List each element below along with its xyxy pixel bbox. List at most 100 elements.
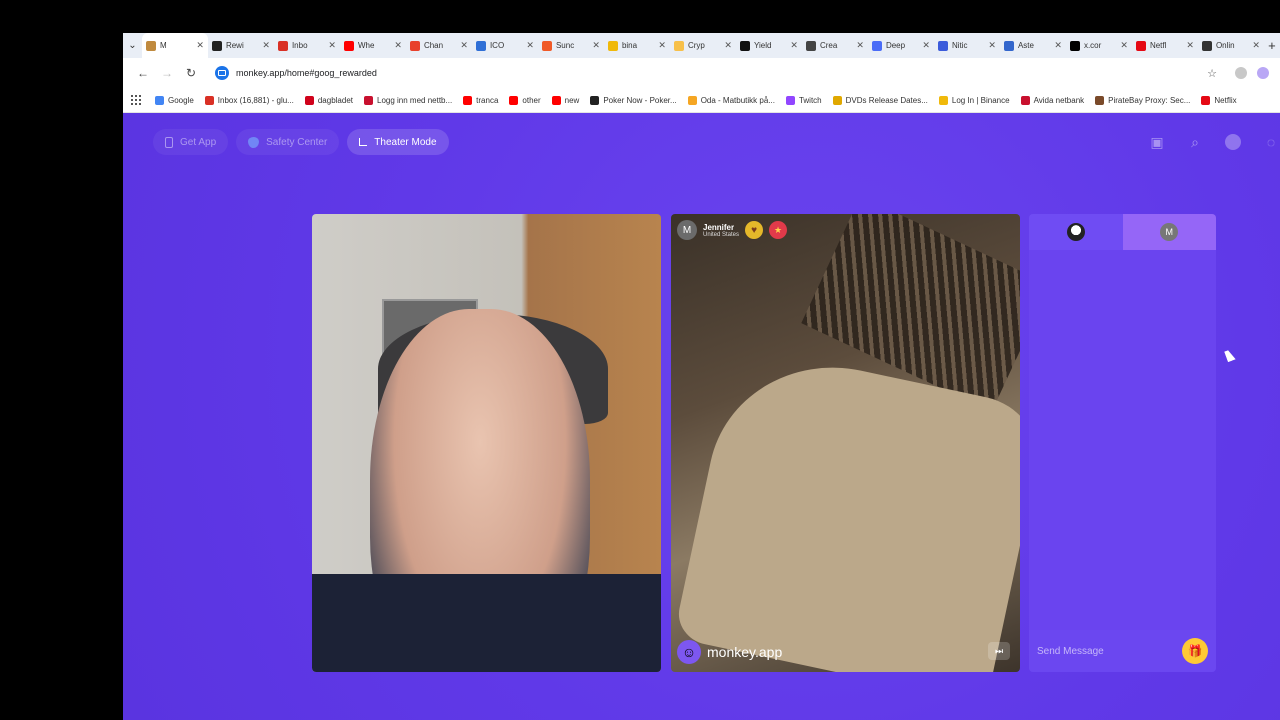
url-text[interactable]: monkey.app/home#goog_rewarded (236, 68, 1207, 78)
browser-tab[interactable]: Yield ✕ (736, 33, 802, 58)
tab-close-icon[interactable]: ✕ (790, 40, 798, 51)
bookmark-favicon-icon (551, 95, 561, 105)
bookmark-label: other (522, 95, 541, 105)
skip-button[interactable]: ⏭ (988, 642, 1010, 660)
store-icon[interactable]: ▣ (1148, 133, 1166, 151)
peer-info: Jennifer United States (703, 223, 739, 238)
chat-tab-self[interactable] (1029, 214, 1123, 250)
tab-close-icon[interactable]: ✕ (592, 40, 600, 51)
tab-favicon-icon (673, 40, 684, 51)
tab-favicon-icon (475, 40, 486, 51)
bookmark-item[interactable]: Logg inn med nettb... (364, 95, 452, 105)
watermark-text: monkey.app (707, 644, 783, 660)
tab-label: x.cor (1083, 41, 1102, 50)
safety-center-label: Safety Center (266, 136, 328, 148)
apps-grid-icon[interactable] (131, 95, 141, 105)
tab-close-icon[interactable]: ✕ (658, 40, 666, 51)
chat-panel: M 🎁 (1029, 214, 1216, 672)
peer-badge[interactable]: M Jennifer United States ♥ ★ (677, 220, 788, 240)
bookmark-favicon-icon (204, 95, 214, 105)
tab-close-icon[interactable]: ✕ (526, 40, 534, 51)
heart-icon[interactable]: ♥ (745, 221, 764, 239)
get-app-button[interactable]: Get App (153, 129, 229, 155)
bookmark-item[interactable]: other (509, 95, 541, 105)
bookmark-item[interactable]: Avida netbank (1020, 95, 1084, 105)
bookmark-item[interactable]: DVDs Release Dates... (832, 95, 928, 105)
site-info-icon[interactable] (215, 66, 229, 80)
extension-icon[interactable] (1235, 67, 1247, 79)
browser-tab[interactable]: Deep ✕ (868, 33, 934, 58)
tab-close-icon[interactable]: ✕ (262, 40, 270, 51)
bookmark-item[interactable]: tranca (463, 95, 498, 105)
user-avatar-icon[interactable] (1224, 133, 1242, 151)
bookmark-label: DVDs Release Dates... (845, 95, 928, 105)
tabs-container: M ✕ Rewi ✕ Inbo ✕ Whe ✕ Chan ✕ ICO ✕ Sunc ✕ bina ✕ Cryp ✕… (141, 33, 1264, 58)
bookmark-item[interactable]: Log In | Binance (938, 95, 1010, 105)
tab-close-icon[interactable]: ✕ (1120, 40, 1128, 51)
browser-tab[interactable]: Inbo ✕ (274, 33, 340, 58)
search-icon[interactable]: ⌕ (1186, 133, 1204, 151)
bookmark-star-icon[interactable]: ☆ (1207, 67, 1217, 80)
bookmark-item[interactable]: Twitch (785, 95, 822, 105)
tab-close-icon[interactable]: ✕ (196, 40, 204, 51)
monkey-watermark: ☺ monkey.app (677, 640, 782, 664)
bookmark-favicon-icon (785, 95, 795, 105)
browser-tab[interactable]: Cryp ✕ (670, 33, 736, 58)
browser-tab[interactable]: Rewi ✕ (208, 33, 274, 58)
menu-icon[interactable]: ◌ (1262, 133, 1280, 151)
browser-tab[interactable]: M ✕ (141, 33, 208, 58)
monkey-logo-icon: ☺ (677, 640, 701, 664)
browser-tab[interactable]: Chan ✕ (406, 33, 472, 58)
bookmark-item[interactable]: dagbladet (304, 95, 353, 105)
tab-close-icon[interactable]: ✕ (394, 40, 402, 51)
bookmark-label: Inbox (16,881) - glu... (217, 95, 294, 105)
get-app-label: Get App (180, 136, 217, 148)
new-tab-button[interactable]: + (1264, 33, 1280, 58)
browser-tab[interactable]: Netfl ✕ (1132, 33, 1198, 58)
tab-close-icon[interactable]: ✕ (1054, 40, 1062, 51)
tab-close-icon[interactable]: ✕ (724, 40, 732, 51)
browser-tab[interactable]: x.cor ✕ (1066, 33, 1132, 58)
browser-tab[interactable]: ICO ✕ (472, 33, 538, 58)
screen-top-border (0, 0, 1280, 33)
bookmark-item[interactable]: PirateBay Proxy: Sec... (1095, 95, 1190, 105)
bookmark-item[interactable]: Oda - Matbutikk på... (687, 95, 775, 105)
bookmark-item[interactable]: Poker Now - Poker... (590, 95, 677, 105)
browser-toolbar: ← → ↻ monkey.app/home#goog_rewarded ☆ (123, 58, 1280, 88)
tab-close-icon[interactable]: ✕ (1252, 40, 1260, 51)
tab-close-icon[interactable]: ✕ (1186, 40, 1194, 51)
reload-button[interactable]: ↻ (179, 61, 203, 85)
send-message-input[interactable] (1037, 645, 1182, 657)
tab-favicon-icon (1003, 40, 1014, 51)
bookmark-favicon-icon (1020, 95, 1030, 105)
tab-close-icon[interactable]: ✕ (922, 40, 930, 51)
forward-button[interactable]: → (155, 61, 179, 85)
safety-center-button[interactable]: Safety Center (236, 129, 340, 155)
tab-close-icon[interactable]: ✕ (460, 40, 468, 51)
profile-icon[interactable] (1257, 67, 1269, 79)
browser-tab[interactable]: Whe ✕ (340, 33, 406, 58)
theater-mode-label: Theater Mode (374, 136, 437, 148)
tab-close-icon[interactable]: ✕ (988, 40, 996, 51)
chat-tab-peer[interactable]: M (1122, 214, 1216, 250)
bookmark-item[interactable]: Inbox (16,881) - glu... (204, 95, 294, 105)
browser-tab[interactable]: Sunc ✕ (538, 33, 604, 58)
address-bar[interactable]: monkey.app/home#goog_rewarded ☆ (209, 62, 1225, 84)
bookmark-item[interactable]: Netflix (1201, 95, 1237, 105)
gift-badge-icon[interactable]: ★ (769, 221, 788, 239)
back-button[interactable]: ← (131, 61, 155, 85)
browser-tab[interactable]: Onlin ✕ (1198, 33, 1264, 58)
bookmark-favicon-icon (832, 95, 842, 105)
browser-tab[interactable]: Crea ✕ (802, 33, 868, 58)
tab-label: Yield (753, 41, 772, 50)
browser-tab[interactable]: Aste ✕ (1000, 33, 1066, 58)
tab-close-icon[interactable]: ✕ (856, 40, 864, 51)
browser-tab[interactable]: bina ✕ (604, 33, 670, 58)
tab-close-icon[interactable]: ✕ (328, 40, 336, 51)
browser-tab[interactable]: Nitic ✕ (934, 33, 1000, 58)
bookmark-item[interactable]: Google (155, 95, 194, 105)
gift-button[interactable]: 🎁 (1182, 638, 1208, 664)
tab-search-icon[interactable]: ⌄ (123, 33, 142, 58)
bookmark-item[interactable]: new (551, 95, 579, 105)
theater-mode-button[interactable]: Theater Mode (347, 129, 449, 155)
